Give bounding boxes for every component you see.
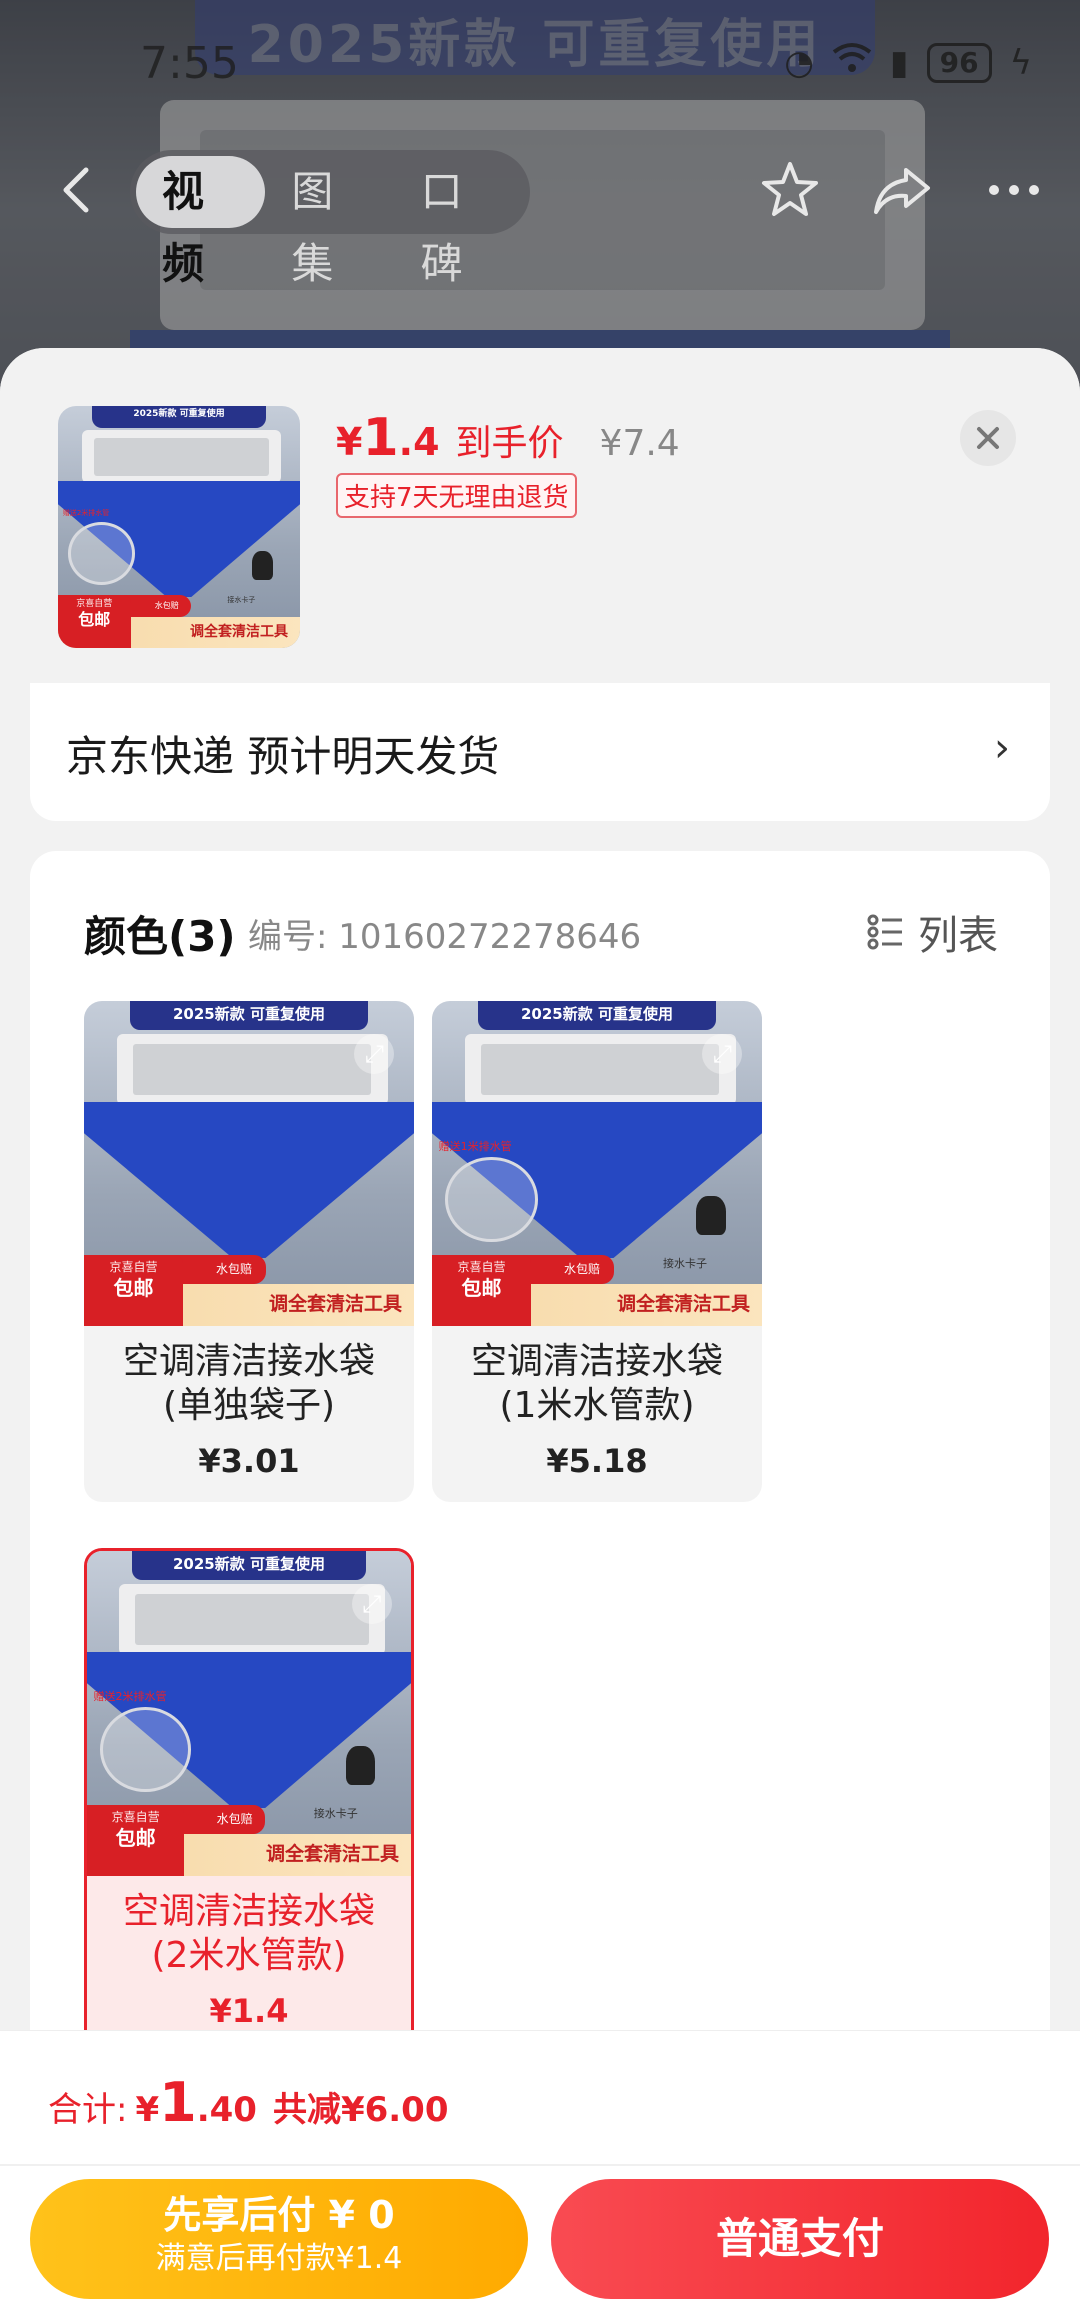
list-label: 列表 bbox=[918, 913, 998, 959]
price-label: 到手价 bbox=[455, 423, 564, 464]
selected-product-thumbnail[interactable]: 2025新款 可重复使用 赠送2米排水管 接水卡子 调全套清洁工具 水包赔 京喜… bbox=[58, 406, 300, 648]
total-integer: 1 bbox=[159, 2071, 197, 2134]
option-image: 2025新款 可重复使用 赠送1米排水管 接水卡子 ⤢ 调全套清洁工具 水包赔 … bbox=[432, 1001, 762, 1326]
hose-label: 赠送1米排水管 bbox=[438, 1139, 512, 1153]
return-policy-badge: 支持7天无理由退货 bbox=[336, 473, 577, 518]
wifi-icon bbox=[832, 42, 872, 83]
media-tabs: 视频 图集 口碑 bbox=[130, 150, 530, 288]
alarm-icon: ◔ bbox=[784, 42, 814, 83]
divider bbox=[0, 2164, 1080, 2166]
option-banner: 2025新款 可重复使用 bbox=[478, 1001, 716, 1031]
pay-later-title: 先享后付 ¥ 0 bbox=[163, 2193, 395, 2237]
more-icon bbox=[989, 185, 1039, 195]
color-option-2m-hose[interactable]: 2025新款 可重复使用 赠送2米排水管 接水卡子 ⤢ 调全套清洁工具 水包赔 … bbox=[84, 1548, 414, 2055]
delivery-text: 京东快递 预计明天发货 bbox=[66, 732, 500, 781]
hose-label: 赠送2米排水管 bbox=[93, 1689, 167, 1703]
color-title: 颜色(3) bbox=[84, 912, 236, 961]
option-name: 空调清洁接水袋 (单独袋子) bbox=[122, 1341, 375, 1426]
list-icon bbox=[867, 914, 902, 950]
favorite-button[interactable] bbox=[754, 154, 826, 226]
close-icon bbox=[977, 427, 999, 449]
sheet-header: 2025新款 可重复使用 赠送2米排水管 接水卡子 调全套清洁工具 水包赔 京喜… bbox=[0, 348, 1080, 683]
option-price: ¥5.18 bbox=[546, 1442, 648, 1480]
chevron-right-icon: › bbox=[994, 725, 1010, 771]
list-view-toggle[interactable]: 列表 bbox=[866, 903, 998, 961]
share-button[interactable] bbox=[866, 154, 938, 226]
status-time: 7:55 bbox=[140, 38, 239, 89]
clip-label: 接水卡子 bbox=[313, 1806, 358, 1820]
product-code: 编号: 10160272278646 bbox=[248, 917, 642, 957]
price-integer: 1 bbox=[362, 408, 399, 468]
price-currency: ¥ bbox=[336, 420, 363, 464]
total-line: 合计: ¥ 1 .40 共减¥6.00 bbox=[48, 2071, 449, 2134]
option-price: ¥3.01 bbox=[198, 1442, 300, 1480]
top-nav: 视频 图集 口碑 bbox=[0, 140, 1080, 288]
star-icon bbox=[762, 162, 818, 216]
status-icons: ◔ ▮ 96 ϟ bbox=[784, 42, 1032, 83]
color-option-single-bag[interactable]: 2025新款 可重复使用 ⤢ 调全套清洁工具 水包赔 京喜自营 包邮 空调清洁接… bbox=[84, 1001, 414, 1502]
original-price: ¥7.4 bbox=[599, 423, 680, 464]
jd-badge: 京喜自营 包邮 bbox=[432, 1254, 531, 1326]
tab-reviews[interactable]: 口碑 bbox=[395, 156, 524, 288]
sku-selection-sheet: 2025新款 可重复使用 赠送2米排水管 接水卡子 调全套清洁工具 水包赔 京喜… bbox=[0, 348, 1080, 2310]
option-image: 2025新款 可重复使用 ⤢ 调全套清洁工具 水包赔 京喜自营 包邮 bbox=[84, 1001, 414, 1326]
color-option-1m-hose[interactable]: 2025新款 可重复使用 赠送1米排水管 接水卡子 ⤢ 调全套清洁工具 水包赔 … bbox=[432, 1001, 762, 1502]
jd-badge: 京喜自营 包邮 bbox=[84, 1254, 183, 1326]
nav-actions bbox=[754, 154, 1050, 226]
expand-icon[interactable]: ⤢ bbox=[354, 1033, 395, 1074]
normal-pay-button[interactable]: 普通支付 bbox=[551, 2179, 1049, 2299]
total-currency: ¥ bbox=[135, 2090, 160, 2130]
tab-gallery[interactable]: 图集 bbox=[265, 156, 394, 288]
option-name: 空调清洁接水袋 (2米水管款) bbox=[122, 1891, 375, 1976]
option-name: 空调清洁接水袋 (1米水管款) bbox=[470, 1341, 723, 1426]
tab-video[interactable]: 视频 bbox=[136, 156, 266, 288]
pay-later-subtitle: 满意后再付款¥1.4 bbox=[155, 2241, 403, 2276]
option-banner: 2025新款 可重复使用 bbox=[132, 1551, 366, 1581]
price-line: ¥ 1 .4 到手价 ¥7.4 bbox=[336, 408, 680, 468]
charging-icon: ϟ bbox=[1009, 42, 1032, 83]
expand-icon[interactable]: ⤢ bbox=[351, 1583, 392, 1624]
clip-label: 接水卡子 bbox=[663, 1256, 707, 1270]
price-decimal: .4 bbox=[398, 420, 440, 464]
close-button[interactable] bbox=[960, 410, 1016, 466]
share-icon bbox=[874, 168, 930, 214]
status-bar: 7:55 ◔ ▮ 96 ϟ bbox=[0, 0, 1080, 130]
pay-later-button[interactable]: 先享后付 ¥ 0 满意后再付款¥1.4 bbox=[30, 2179, 528, 2299]
delivery-row[interactable]: 京东快递 预计明天发货 › bbox=[30, 683, 1050, 821]
total-discount: 共减¥6.00 bbox=[272, 2090, 449, 2130]
notification-icon: ▮ bbox=[889, 42, 909, 83]
jd-badge: 京喜自营 包邮 bbox=[58, 594, 131, 648]
checkout-bar: 合计: ¥ 1 .40 共减¥6.00 先享后付 ¥ 0 满意后再付款¥1.4 … bbox=[0, 2030, 1080, 2310]
total-decimal: .40 bbox=[196, 2090, 257, 2130]
jd-badge: 京喜自营 包邮 bbox=[87, 1804, 185, 1876]
thumb-hose-label: 赠送2米排水管 bbox=[62, 508, 110, 517]
more-button[interactable] bbox=[978, 154, 1050, 226]
back-icon bbox=[63, 167, 89, 213]
back-button[interactable] bbox=[48, 160, 108, 220]
total-label: 合计: bbox=[48, 2090, 128, 2130]
expand-icon[interactable]: ⤢ bbox=[702, 1033, 743, 1074]
thumb-banner: 2025新款 可重复使用 bbox=[91, 406, 267, 428]
option-banner: 2025新款 可重复使用 bbox=[130, 1001, 368, 1031]
thumb-clip-label: 接水卡子 bbox=[227, 595, 256, 604]
battery-icon: 96 bbox=[926, 42, 992, 83]
option-image: 2025新款 可重复使用 赠送2米排水管 接水卡子 ⤢ 调全套清洁工具 水包赔 … bbox=[87, 1551, 411, 1876]
